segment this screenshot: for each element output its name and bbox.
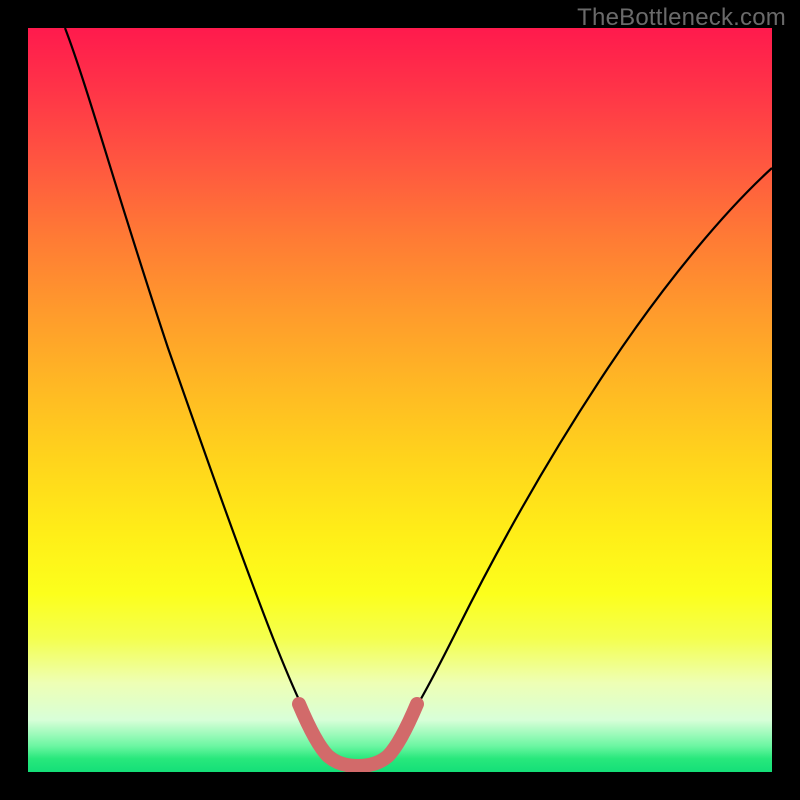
bottleneck-curve — [65, 28, 772, 761]
plot-area — [28, 28, 772, 772]
curve-svg — [28, 28, 772, 772]
chart-frame: TheBottleneck.com — [0, 0, 800, 800]
optimal-range-highlight — [299, 704, 417, 766]
